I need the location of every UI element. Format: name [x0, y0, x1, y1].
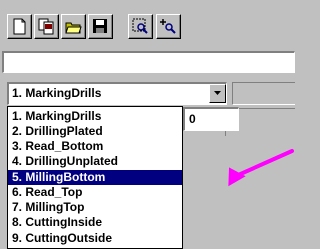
layer-option[interactable]: 4. DrillingUnplated [8, 154, 182, 169]
layer-option[interactable]: 8. CuttingInside [8, 215, 182, 230]
save-floppy-icon [93, 19, 107, 33]
new-document-button[interactable] [7, 14, 32, 39]
layer-option[interactable]: 3. Read_Bottom [8, 139, 182, 154]
layer-select-value: 1. MarkingDrills [12, 86, 102, 100]
save-button[interactable] [88, 14, 113, 39]
layer-option[interactable]: 9. CuttingOutside [8, 231, 182, 246]
layer-dropdown-list: 1. MarkingDrills 2. DrillingPlated 3. Re… [7, 106, 183, 249]
copy-document-icon [38, 18, 54, 35]
layer-option-highlighted[interactable]: 5. MillingBottom [8, 170, 182, 185]
layer-option[interactable]: 6. Read_Top [8, 185, 182, 200]
zoom-window-button[interactable] [128, 14, 153, 39]
layer-option[interactable]: 2. DrillingPlated [8, 124, 182, 139]
layer-option[interactable]: 1. MarkingDrills [8, 109, 182, 124]
layer-select[interactable]: 1. MarkingDrills [7, 82, 227, 105]
pointer-arrow-icon [228, 149, 294, 187]
open-folder-button[interactable] [61, 14, 86, 39]
chevron-down-icon [214, 91, 221, 95]
zoom-window-icon [132, 18, 148, 34]
toolbar [0, 0, 295, 44]
zoom-in-icon [160, 19, 176, 34]
path-input[interactable] [2, 51, 295, 73]
open-folder-icon [65, 22, 82, 34]
zoom-in-button[interactable] [156, 14, 181, 39]
value-field[interactable]: 0 [183, 107, 239, 131]
layer-option[interactable]: 7. MillingTop [8, 200, 182, 215]
copy-document-button[interactable] [34, 14, 59, 39]
new-document-icon [13, 18, 26, 35]
layer-select-dropdown-button[interactable] [209, 84, 226, 103]
right-field[interactable] [232, 82, 295, 105]
